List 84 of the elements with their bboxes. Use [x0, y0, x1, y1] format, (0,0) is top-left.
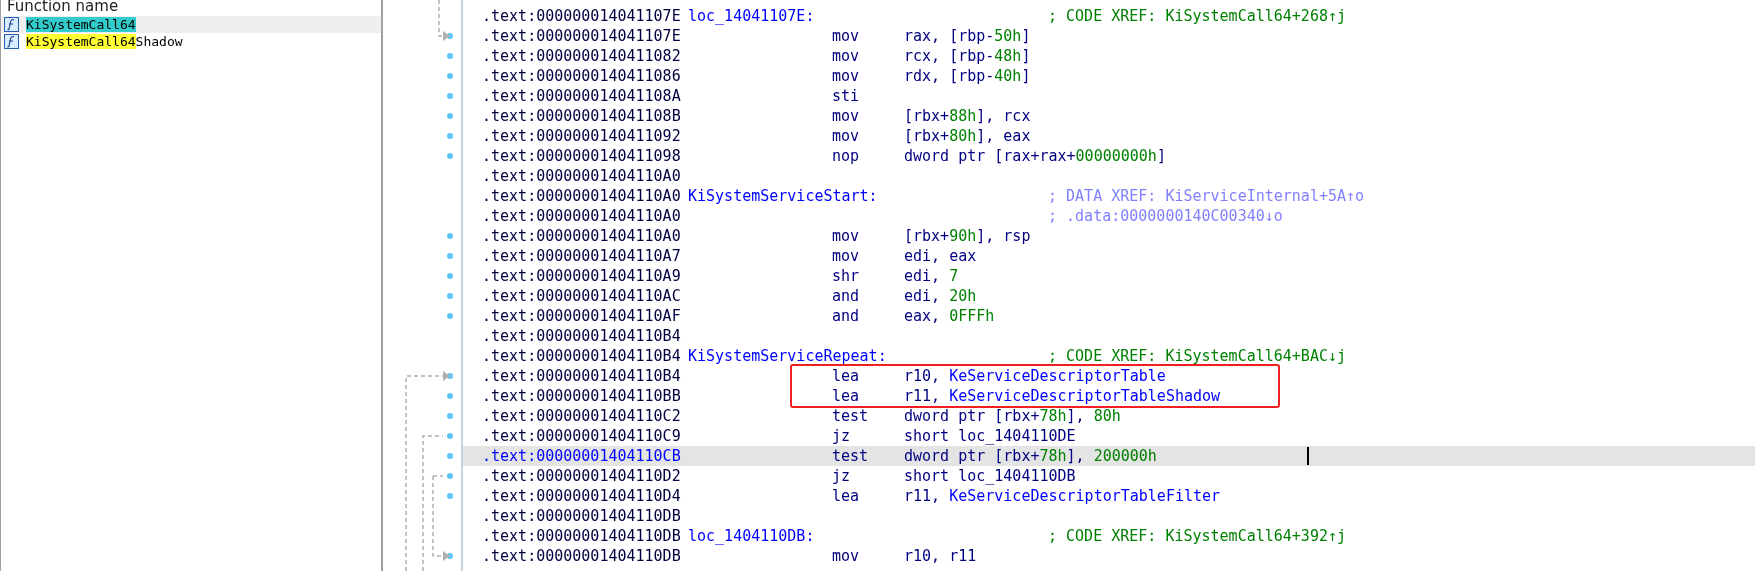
- mnemonic: test: [832, 446, 869, 466]
- mnemonic: jz: [832, 466, 851, 486]
- mnemonic: mov: [832, 246, 860, 266]
- mnemonic: mov: [832, 106, 860, 126]
- mnemonic: nop: [832, 146, 860, 166]
- operands: edi, 7: [904, 266, 959, 286]
- address: .text:00000001404110A0: [482, 226, 682, 246]
- function-name: KiSystemCall64: [26, 17, 136, 32]
- code-label: loc_14041107E:: [688, 6, 815, 26]
- address: .text:000000014041107E: [482, 6, 682, 26]
- operands: r11, KeServiceDescriptorTableShadow: [904, 386, 1221, 406]
- address: .text:00000001404110DB: [482, 526, 682, 546]
- address: .text:000000014041108B: [482, 106, 682, 126]
- address: .text:00000001404110B4: [482, 326, 682, 346]
- function-icon: [4, 34, 19, 49]
- mnemonic: mov: [832, 66, 860, 86]
- operands: rcx, [rbp-48h]: [904, 46, 1031, 66]
- mnemonic: jz: [832, 426, 851, 446]
- address: .text:00000001404110DB: [482, 506, 682, 526]
- operands: [rbx+90h], rsp: [904, 226, 1031, 246]
- operands: r10, KeServiceDescriptorTable: [904, 366, 1166, 386]
- address: .text:00000001404110A7: [482, 246, 682, 266]
- function-item[interactable]: KiSystemCall64Shadow: [1, 33, 381, 50]
- mnemonic: lea: [832, 486, 860, 506]
- address: .text:00000001404110DB: [482, 546, 682, 566]
- operands: dword ptr [rax+rax+00000000h]: [904, 146, 1166, 166]
- code-label: loc_1404110DB:: [688, 526, 815, 546]
- operands: dword ptr [rbx+78h], 200000h: [904, 446, 1157, 466]
- function-name: KiSystemCall64Shadow: [26, 34, 183, 49]
- operands: edi, 20h: [904, 286, 977, 306]
- comment: ; CODE XREF: KiSystemCall64+BAC↓j: [1048, 346, 1346, 366]
- mnemonic: mov: [832, 46, 860, 66]
- operands: short loc_1404110DB: [904, 466, 1076, 486]
- mnemonic: mov: [832, 546, 860, 566]
- mnemonic: lea: [832, 386, 860, 406]
- code-label: KiSystemServiceStart:: [688, 186, 878, 206]
- mnemonic: mov: [832, 26, 860, 46]
- column-header: Function name: [6, 0, 120, 16]
- operands: [rbx+80h], eax: [904, 126, 1031, 146]
- address: .text:00000001404110C9: [482, 426, 682, 446]
- mnemonic: lea: [832, 366, 860, 386]
- operands: [rbx+88h], rcx: [904, 106, 1031, 126]
- mnemonic: mov: [832, 126, 860, 146]
- operands: rax, [rbp-50h]: [904, 26, 1031, 46]
- address: .text:0000000140411086: [482, 66, 682, 86]
- operands: r10, r11: [904, 546, 977, 566]
- comment: ; CODE XREF: KiSystemCall64+392↑j: [1048, 526, 1346, 546]
- operands: rdx, [rbp-40h]: [904, 66, 1031, 86]
- address: .text:00000001404110C2: [482, 406, 682, 426]
- mnemonic: mov: [832, 226, 860, 246]
- mnemonic: and: [832, 286, 860, 306]
- address: .text:00000001404110BB: [482, 386, 682, 406]
- address: .text:00000001404110AF: [482, 306, 682, 326]
- address: .text:00000001404110A0: [482, 206, 682, 226]
- operands: eax, 0FFFh: [904, 306, 995, 326]
- function-icon: [4, 17, 19, 32]
- operands: r11, KeServiceDescriptorTableFilter: [904, 486, 1221, 506]
- mnemonic: and: [832, 306, 860, 326]
- code-label: KiSystemServiceRepeat:: [688, 346, 887, 366]
- address: .text:00000001404110A0: [482, 166, 682, 186]
- address: .text:00000001404110CB: [482, 446, 682, 466]
- mnemonic: shr: [832, 266, 860, 286]
- address: .text:00000001404110B4: [482, 366, 682, 386]
- comment: ; CODE XREF: KiSystemCall64+268↑j: [1048, 6, 1346, 26]
- address: .text:00000001404110D4: [482, 486, 682, 506]
- address: .text:00000001404110B4: [482, 346, 682, 366]
- address: .text:00000001404110D2: [482, 466, 682, 486]
- mnemonic: sti: [832, 86, 860, 106]
- address: .text:000000014041107E: [482, 26, 682, 46]
- address: .text:0000000140411082: [482, 46, 682, 66]
- operands: dword ptr [rbx+78h], 80h: [904, 406, 1121, 426]
- address: .text:000000014041108A: [482, 86, 682, 106]
- address: .text:00000001404110AC: [482, 286, 682, 306]
- operands: short loc_1404110DE: [904, 426, 1076, 446]
- address: .text:0000000140411098: [482, 146, 682, 166]
- comment: ; DATA XREF: KiServiceInternal+5A↑o: [1048, 186, 1365, 206]
- operands: edi, eax: [904, 246, 977, 266]
- mnemonic: test: [832, 406, 869, 426]
- comment: ; .data:0000000140C00340↓o: [1048, 206, 1283, 226]
- function-item[interactable]: KiSystemCall64: [1, 16, 381, 33]
- address: .text:00000001404110A9: [482, 266, 682, 286]
- address: .text:0000000140411092: [482, 126, 682, 146]
- text-cursor: [1307, 447, 1309, 465]
- address: .text:00000001404110A0: [482, 186, 682, 206]
